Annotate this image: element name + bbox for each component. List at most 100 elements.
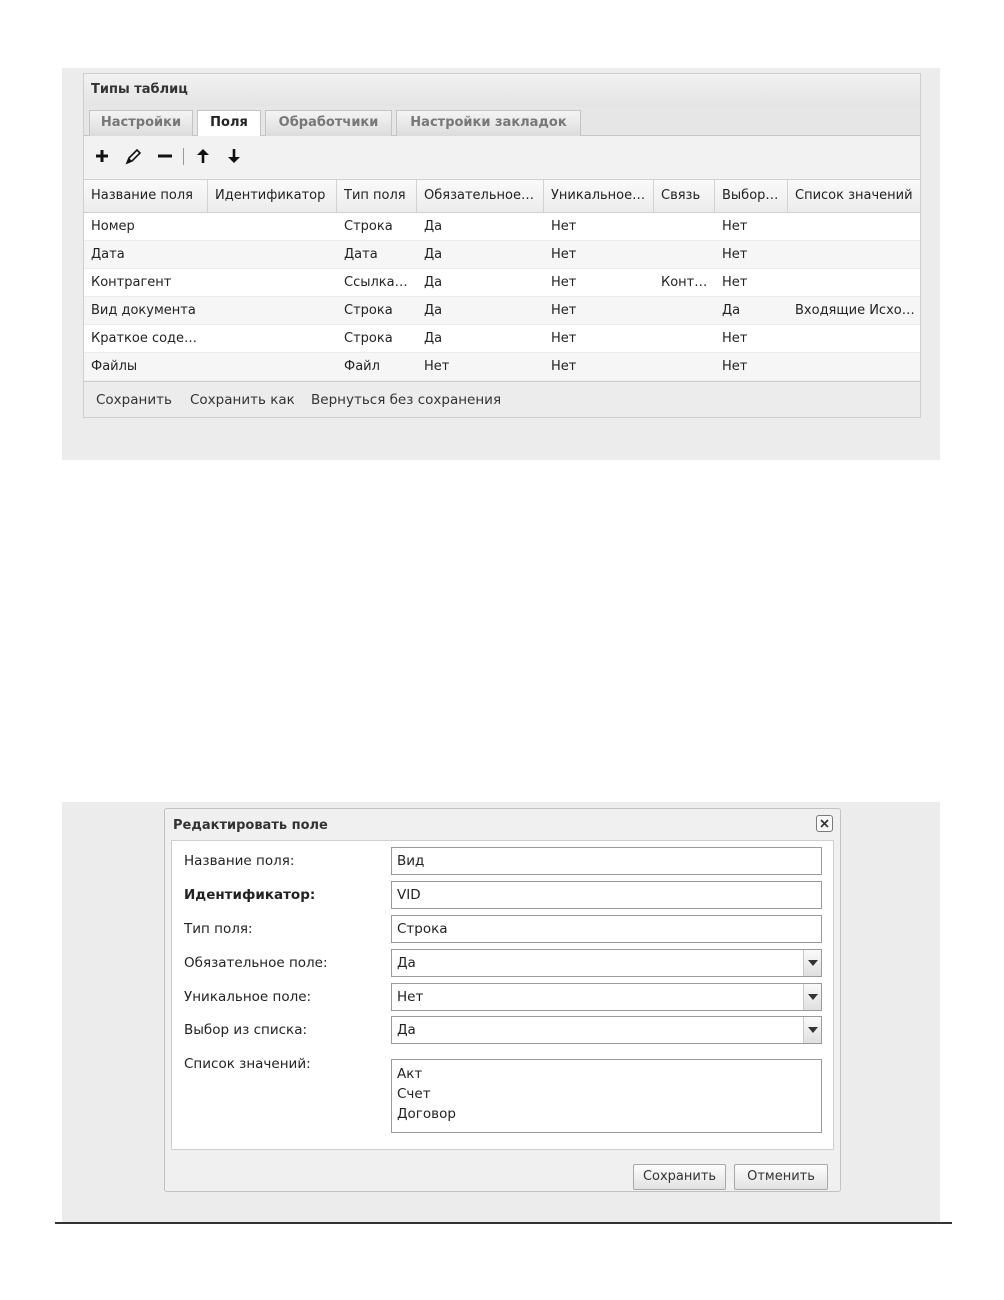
cell-name: Дата xyxy=(91,247,125,262)
tab-handlers[interactable]: Обработчики xyxy=(265,110,392,136)
cell-link xyxy=(654,325,715,352)
chevron-down-icon[interactable] xyxy=(803,950,821,976)
cell-identifier xyxy=(208,241,337,268)
plus-icon[interactable] xyxy=(91,145,113,167)
column-header-choice[interactable]: Выбор… xyxy=(715,180,788,212)
table-types-panel: Типы таблиц Настройки Поля Обработчики Н… xyxy=(62,68,940,460)
required-field-label: Обязательное поле: xyxy=(184,955,328,971)
window-title: Типы таблиц xyxy=(84,74,920,106)
chevron-down-icon[interactable] xyxy=(803,1017,821,1043)
minus-icon[interactable] xyxy=(154,145,176,167)
save-link[interactable]: Сохранить xyxy=(96,392,172,408)
cell-required: Да xyxy=(424,331,443,346)
grid-footer: Сохранить Сохранить как Вернуться без со… xyxy=(84,381,920,417)
table-row[interactable]: Дата Дата Да Нет Нет xyxy=(84,241,920,269)
cell-required: Нет xyxy=(424,359,450,374)
cell-link: Конт… xyxy=(661,275,708,290)
cell-unique: Нет xyxy=(551,247,577,262)
cell-choice: Нет xyxy=(722,247,748,262)
back-without-saving-link[interactable]: Вернуться без сохранения xyxy=(311,392,501,408)
arrow-down-icon[interactable] xyxy=(223,145,245,167)
toolbar-separator xyxy=(183,148,184,165)
cell-link xyxy=(654,241,715,268)
column-header-required[interactable]: Обязательное… xyxy=(417,180,544,212)
unique-field-value: Нет xyxy=(397,989,424,1005)
close-icon[interactable] xyxy=(816,815,833,832)
pencil-icon[interactable] xyxy=(122,145,144,167)
cell-unique: Нет xyxy=(551,331,577,346)
cell-type: Файл xyxy=(344,359,380,374)
column-header-link[interactable]: Связь xyxy=(654,180,715,212)
cell-unique: Нет xyxy=(551,359,577,374)
list-choice-label: Выбор из списка: xyxy=(184,1022,308,1038)
page-divider xyxy=(55,1222,952,1224)
table-types-window: Типы таблиц Настройки Поля Обработчики Н… xyxy=(83,73,921,418)
column-header-name[interactable]: Название поля xyxy=(84,180,208,212)
cell-name: Краткое соде… xyxy=(91,331,198,346)
table-row[interactable]: Вид документа Строка Да Нет Да Входящие Исхо… xyxy=(84,297,920,325)
grid-body: Номер Строка Да Нет Нет Дата Дата Да Нет Нет Контр… xyxy=(84,213,920,381)
column-header-type[interactable]: Тип поля xyxy=(337,180,417,212)
save-as-link[interactable]: Сохранить как xyxy=(190,392,295,408)
cell-choice: Нет xyxy=(722,275,748,290)
edit-field-panel: Редактировать поле Название поля: Иденти… xyxy=(62,802,940,1222)
cell-link xyxy=(654,353,715,380)
unique-field-select[interactable]: Нет xyxy=(391,983,822,1011)
cell-identifier xyxy=(208,353,337,380)
table-row[interactable]: Номер Строка Да Нет Нет xyxy=(84,213,920,241)
cell-required: Да xyxy=(424,247,443,262)
cell-type: Строка xyxy=(344,219,393,234)
table-row[interactable]: Файлы Файл Нет Нет Нет xyxy=(84,353,920,381)
grid-header: Название поля Идентификатор Тип поля Обя… xyxy=(84,180,920,213)
cancel-button[interactable]: Отменить xyxy=(734,1164,828,1190)
cell-identifier xyxy=(208,325,337,352)
column-header-identifier[interactable]: Идентификатор xyxy=(208,180,337,212)
save-button[interactable]: Сохранить xyxy=(633,1164,726,1190)
cell-values xyxy=(788,241,920,268)
table-row[interactable]: Контрагент Ссылка… Да Нет Конт… Нет xyxy=(84,269,920,297)
list-item: Договор xyxy=(397,1106,456,1122)
dialog-title: Редактировать поле xyxy=(173,818,328,833)
table-row[interactable]: Краткое соде… Строка Да Нет Нет xyxy=(84,325,920,353)
cell-choice: Нет xyxy=(722,359,748,374)
values-list-textarea[interactable]: Акт Счет Договор xyxy=(391,1059,822,1133)
cell-link xyxy=(654,213,715,240)
tab-settings[interactable]: Настройки xyxy=(89,110,193,136)
cell-choice: Да xyxy=(722,303,741,318)
field-name-input[interactable] xyxy=(391,847,822,875)
toolbar xyxy=(84,136,920,180)
cell-identifier xyxy=(208,213,337,240)
cell-unique: Нет xyxy=(551,219,577,234)
cell-identifier xyxy=(208,297,337,324)
field-name-label: Название поля: xyxy=(184,853,295,869)
cell-required: Да xyxy=(424,303,443,318)
dialog-body: Название поля: Идентификатор: Тип поля: … xyxy=(171,840,834,1150)
cell-unique: Нет xyxy=(551,303,577,318)
edit-field-dialog: Редактировать поле Название поля: Иденти… xyxy=(164,808,841,1192)
required-field-select[interactable]: Да xyxy=(391,949,822,977)
list-choice-select[interactable]: Да xyxy=(391,1016,822,1044)
arrow-up-icon[interactable] xyxy=(192,145,214,167)
required-field-value: Да xyxy=(397,955,416,971)
column-header-unique[interactable]: Уникальное… xyxy=(544,180,654,212)
cell-values xyxy=(788,353,920,380)
list-item: Счет xyxy=(397,1086,431,1102)
list-choice-value: Да xyxy=(397,1022,416,1038)
field-type-input[interactable] xyxy=(391,915,822,943)
identifier-input[interactable] xyxy=(391,881,822,909)
cell-type: Дата xyxy=(344,247,378,262)
tab-bookmark-settings[interactable]: Настройки закладок xyxy=(396,110,581,136)
cell-choice: Нет xyxy=(722,331,748,346)
cell-required: Да xyxy=(424,275,443,290)
field-type-label: Тип поля: xyxy=(184,921,253,937)
chevron-down-icon[interactable] xyxy=(803,984,821,1010)
tab-bar: Настройки Поля Обработчики Настройки зак… xyxy=(84,106,920,137)
tab-fields[interactable]: Поля xyxy=(197,110,261,137)
cell-values xyxy=(788,269,920,296)
values-list-label: Список значений: xyxy=(184,1056,311,1072)
cell-required: Да xyxy=(424,219,443,234)
cell-values xyxy=(788,213,920,240)
cell-name: Номер xyxy=(91,219,135,234)
cell-choice: Нет xyxy=(722,219,748,234)
column-header-values[interactable]: Список значений xyxy=(788,180,920,212)
